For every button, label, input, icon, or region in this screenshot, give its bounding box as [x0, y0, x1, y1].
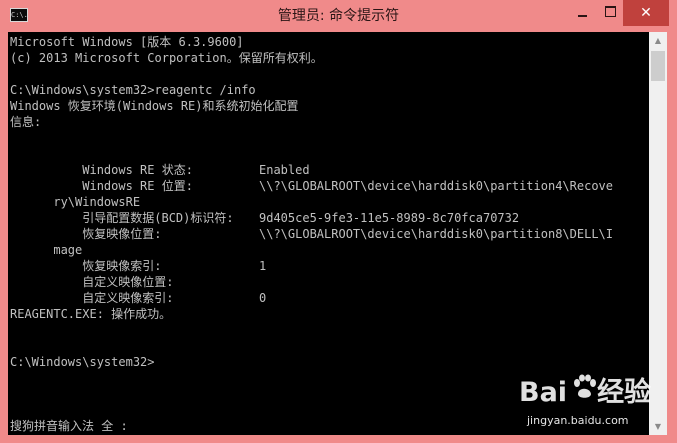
console-header-version: Microsoft Windows [版本 6.3.9600] — [10, 35, 244, 49]
result-message: REAGENTC.EXE: 操作成功。 — [10, 307, 172, 321]
info-row-value: Enabled — [259, 163, 310, 177]
info-row-image-location: 恢复映像位置: \\?\GLOBALROOT\device\harddisk0\p… — [10, 210, 613, 241]
scroll-thumb[interactable] — [651, 51, 665, 81]
watermark-logo-jingyan: 经验 — [597, 377, 652, 408]
window-frame-bottom — [0, 435, 677, 443]
info-row-custom-image-location: 自定义映像位置: — [10, 258, 173, 289]
ime-status-bar: 搜狗拼音输入法 全 : — [10, 419, 128, 433]
info-title: Windows 恢复环境(Windows RE)和系统初始化配置 — [10, 99, 299, 113]
maximize-icon — [604, 6, 616, 17]
close-button[interactable]: ✕ — [623, 0, 669, 26]
info-row-value: \\?\GLOBALROOT\device\harddisk0\partitio… — [259, 179, 614, 193]
info-row-value: 1 — [259, 259, 267, 273]
command-prompt-window: 管理员: 命令提示符 C:\. ✕ Microsoft Windows [版本 … — [0, 0, 677, 443]
console-command-line: C:\Windows\system32>reagentc /info — [10, 83, 256, 97]
info-row-label: 自定义映像索引: — [53, 291, 174, 305]
command-prompt[interactable]: C:\Windows\system32> — [10, 354, 155, 370]
info-row-re-status: Windows RE 状态: Enabled — [10, 146, 309, 177]
paw-icon — [574, 374, 596, 398]
info-row-image-location-wrap: mage — [10, 226, 82, 257]
cmd-app-icon[interactable]: C:\. — [10, 8, 28, 22]
watermark-site-url: jingyan.baidu.com — [527, 414, 629, 427]
info-row-custom-image-index: 自定义映像索引: 0 — [10, 274, 266, 305]
info-row-re-location-wrap: ry\WindowsRE — [10, 178, 140, 209]
title-bar[interactable]: 管理员: 命令提示符 C:\. ✕ — [0, 0, 677, 32]
console-header-copyright: (c) 2013 Microsoft Corporation。保留所有权利。 — [10, 51, 323, 65]
info-row-image-index: 恢复映像索引: 1 — [10, 242, 266, 273]
info-row-re-location: Windows RE 位置: \\?\GLOBALROOT\device\hard… — [10, 162, 613, 193]
maximize-button[interactable] — [597, 0, 623, 26]
scroll-up-icon[interactable]: ▲ — [649, 32, 667, 49]
watermark-logo-bai: Bai — [519, 377, 568, 408]
baidu-jingyan-watermark: Bai 经验 jingyan.baidu.com — [519, 370, 669, 436]
info-row-bcd-id: 引导配置数据(BCD)标识符: 9d405ce5-9fe3-11e5-8989-8… — [10, 194, 519, 225]
info-row-value: 0 — [259, 291, 267, 305]
minimize-icon — [577, 14, 587, 17]
minimize-button[interactable] — [569, 0, 595, 26]
info-row-value: \\?\GLOBALROOT\device\harddisk0\partitio… — [259, 227, 614, 241]
info-row-value: 9d405ce5-9fe3-11e5-8989-8c70fca70732 — [259, 211, 520, 225]
close-icon: ✕ — [640, 5, 652, 21]
info-label: 信息: — [10, 115, 42, 129]
